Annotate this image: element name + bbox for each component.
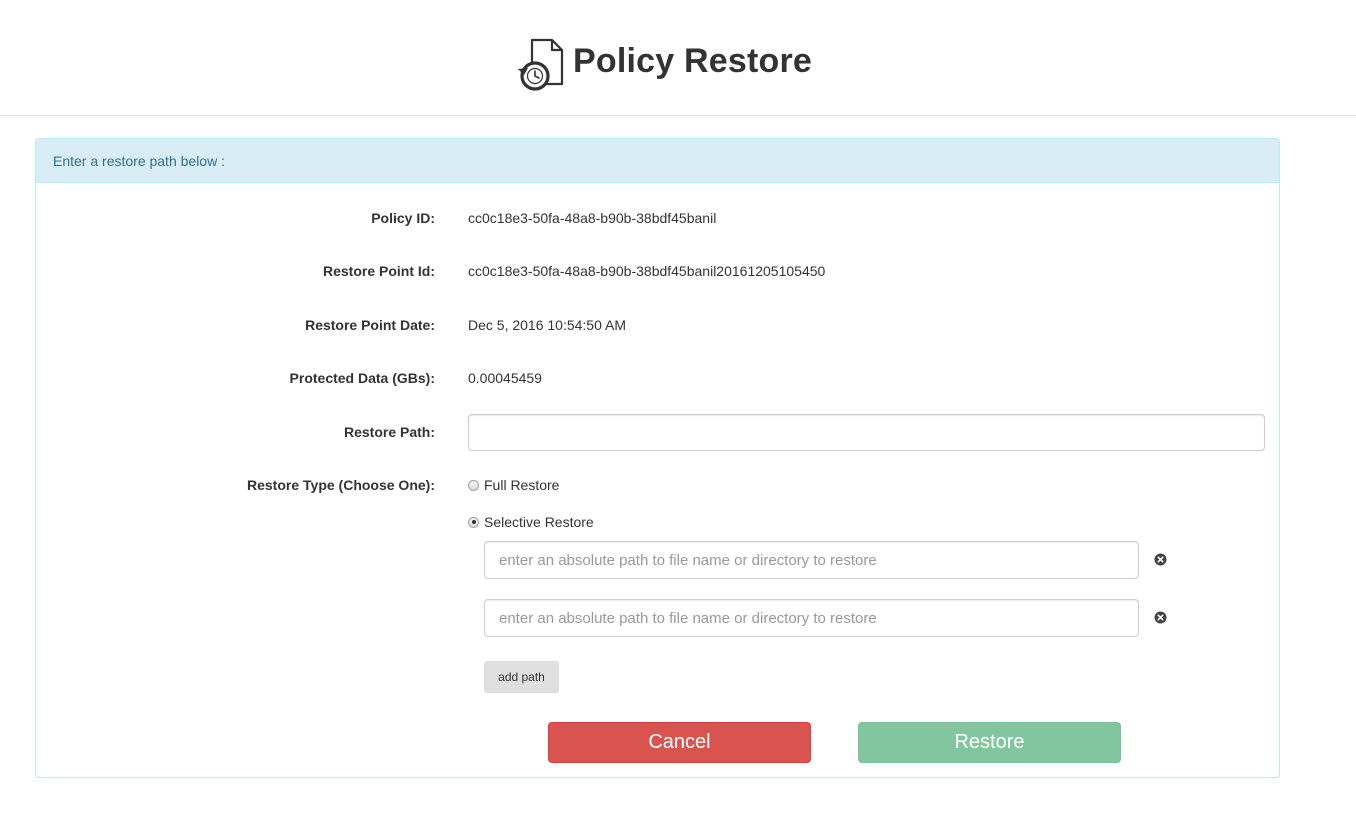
restore-path-label: Restore Path: xyxy=(343,424,435,440)
protected-data-value: 0.00045459 xyxy=(468,370,542,386)
cancel-button[interactable]: Cancel xyxy=(548,722,811,763)
full-restore-option[interactable]: Full Restore xyxy=(468,477,559,493)
page-title: Policy Restore xyxy=(573,41,813,80)
selective-path-input-1[interactable] xyxy=(484,541,1139,579)
selective-restore-label[interactable]: Selective Restore xyxy=(484,514,594,530)
selective-restore-option[interactable]: Selective Restore xyxy=(468,514,594,530)
restore-point-id-label: Restore Point Id: xyxy=(322,263,435,279)
add-path-button[interactable]: add path xyxy=(484,661,559,693)
restore-panel: Enter a restore path below : Policy ID: … xyxy=(35,138,1280,778)
restore-path-input[interactable] xyxy=(468,414,1265,451)
selective-path-input-2[interactable] xyxy=(484,599,1139,637)
full-restore-radio[interactable] xyxy=(468,479,479,491)
policy-id-value: cc0c18e3-50fa-48a8-b90b-38bdf45banil xyxy=(468,210,717,226)
document-restore-icon xyxy=(518,38,564,91)
restore-button[interactable]: Restore xyxy=(858,722,1121,763)
page-header: Policy Restore xyxy=(0,0,1356,116)
protected-data-label: Protected Data (GBs): xyxy=(289,370,435,386)
remove-circle-icon[interactable] xyxy=(1154,553,1167,566)
full-restore-label[interactable]: Full Restore xyxy=(484,477,559,493)
panel-heading: Enter a restore path below : xyxy=(36,139,1279,183)
restore-point-date-value: Dec 5, 2016 10:54:50 AM xyxy=(468,317,626,333)
policy-id-label: Policy ID: xyxy=(371,210,435,226)
selective-restore-radio[interactable] xyxy=(468,516,479,528)
restore-point-date-label: Restore Point Date: xyxy=(305,317,435,333)
remove-circle-icon[interactable] xyxy=(1154,611,1167,624)
restore-point-id-value: cc0c18e3-50fa-48a8-b90b-38bdf45banil2016… xyxy=(468,263,826,279)
restore-type-label: Restore Type (Choose One): xyxy=(247,477,435,493)
title-wrap: Policy Restore xyxy=(515,36,812,94)
